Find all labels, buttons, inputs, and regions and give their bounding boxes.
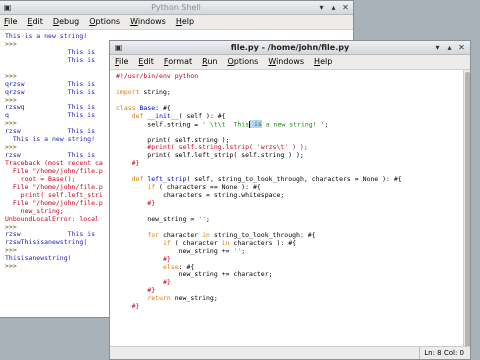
close-icon[interactable]: ✕ bbox=[457, 43, 466, 52]
code-token: Base bbox=[139, 103, 156, 112]
cursor-position: Ln: 8 Col: 0 bbox=[419, 347, 464, 359]
code-line: new_string = ''; bbox=[116, 214, 463, 224]
code-line: characters = string.whitespace; bbox=[116, 191, 463, 200]
editor-titlebar[interactable]: ▣ file.py - /home/john/file.py ▾ ▴ ✕ bbox=[110, 41, 470, 55]
code-token: def bbox=[131, 175, 144, 184]
shell-menu-windows[interactable]: Windows bbox=[125, 15, 171, 29]
code-token: ; bbox=[241, 246, 246, 255]
editor-menu-edit[interactable]: Edit bbox=[133, 55, 159, 69]
code-token: left_strip bbox=[147, 175, 187, 184]
code-token: ' \t\t This bbox=[202, 120, 250, 129]
editor-menu-run[interactable]: Run bbox=[197, 55, 222, 69]
code-token: : #{ bbox=[155, 103, 171, 112]
code-token: ( characters == None ): #{ bbox=[155, 183, 261, 192]
code-line: import string; bbox=[116, 87, 463, 97]
code-token: in bbox=[202, 230, 210, 239]
code-token: character bbox=[159, 230, 203, 239]
code-token: characters = string.whitespace; bbox=[116, 191, 285, 200]
shell-menu-edit[interactable]: Edit bbox=[22, 15, 48, 29]
code-token: ( self ): #{ bbox=[178, 111, 226, 120]
close-icon[interactable]: ✕ bbox=[341, 3, 350, 12]
shell-menubar: File Edit Debug Options Windows Help bbox=[0, 15, 353, 30]
code-token: if bbox=[147, 183, 156, 192]
code-token: return bbox=[147, 294, 171, 303]
code-token: def bbox=[131, 111, 144, 120]
code-token: for bbox=[147, 230, 160, 239]
code-token: #print( self.string.lstrip( 'wrzs\t' ) )… bbox=[116, 143, 308, 152]
code-line: #} bbox=[116, 302, 463, 311]
code-line: return new_string; bbox=[116, 294, 463, 303]
code-token: #!/usr/bin/env python bbox=[116, 72, 199, 80]
minimize-icon[interactable]: ▾ bbox=[433, 43, 442, 52]
code-token: new_string; bbox=[170, 294, 218, 303]
code-token: characters ): #{ bbox=[229, 238, 297, 247]
maximize-icon[interactable]: ▴ bbox=[445, 43, 454, 52]
code-token: #} bbox=[116, 302, 140, 311]
code-line: #} bbox=[116, 199, 463, 208]
editor-menubar: File Edit Format Run Options Windows Help bbox=[110, 55, 470, 70]
code-token: print( self.left_strip( self.string ) ); bbox=[116, 151, 304, 160]
scrollbar-thumb[interactable] bbox=[465, 72, 470, 348]
shell-menu-options[interactable]: Options bbox=[84, 15, 125, 29]
code-line: #!/usr/bin/env python bbox=[116, 72, 463, 81]
editor-menu-file[interactable]: File bbox=[110, 55, 133, 69]
code-line: print( self.left_strip( self.string ) ); bbox=[116, 151, 463, 160]
code-token: is bbox=[250, 120, 262, 129]
shell-menu-help[interactable]: Help bbox=[171, 15, 199, 29]
shell-titlebar[interactable]: ▣ Python Shell ▾ ▴ ✕ bbox=[0, 1, 353, 15]
editor-menu-windows[interactable]: Windows bbox=[263, 55, 309, 69]
code-token: a new string! ' bbox=[261, 120, 325, 129]
minimize-icon[interactable]: ▾ bbox=[317, 3, 326, 12]
code-token: ; bbox=[324, 120, 329, 129]
code-line: self.string = ' \t\t This is a new strin… bbox=[116, 120, 463, 129]
code-token: import bbox=[116, 87, 140, 96]
code-line: #} bbox=[116, 278, 463, 287]
code-token: #} bbox=[116, 159, 140, 168]
shell-menu-debug[interactable]: Debug bbox=[48, 15, 84, 29]
shell-menu-file[interactable]: File bbox=[0, 15, 22, 29]
status-bar: Ln: 8 Col: 0 bbox=[110, 346, 470, 359]
editor-menu-help[interactable]: Help bbox=[309, 55, 337, 69]
code-line: #} bbox=[116, 159, 463, 168]
code-token: print( self.string ); bbox=[116, 135, 230, 144]
code-token: : #{ bbox=[178, 262, 195, 271]
code-token: new_string += character; bbox=[116, 270, 273, 279]
code-token: self.string = bbox=[116, 120, 203, 129]
shell-title: Python Shell bbox=[151, 3, 201, 12]
editor-scrollbar[interactable] bbox=[463, 70, 470, 348]
code-editor[interactable]: #!/usr/bin/env python import string; class… bbox=[110, 72, 463, 311]
code-token: string; bbox=[139, 87, 171, 96]
editor-menu-options[interactable]: Options bbox=[222, 55, 263, 69]
code-token: string_to_look_through: #{ bbox=[209, 230, 316, 239]
code-token: class bbox=[116, 103, 136, 112]
editor-title: file.py - /home/john/file.py bbox=[230, 43, 350, 52]
editor-window[interactable]: ▣ file.py - /home/john/file.py ▾ ▴ ✕ Fil… bbox=[109, 40, 471, 360]
code-token: new_string += bbox=[116, 246, 234, 255]
code-token: #} bbox=[116, 254, 171, 263]
maximize-icon[interactable]: ▴ bbox=[329, 3, 338, 12]
code-token: new_string = bbox=[116, 214, 199, 223]
code-token: __init__ bbox=[147, 111, 179, 120]
code-token: #} bbox=[116, 278, 171, 287]
code-token: ( character bbox=[170, 238, 222, 247]
code-token: #} bbox=[116, 199, 156, 207]
code-token: ; bbox=[206, 214, 210, 223]
editor-menu-format[interactable]: Format bbox=[159, 55, 197, 69]
code-token: in bbox=[221, 238, 230, 247]
code-token: else bbox=[162, 262, 179, 271]
code-token: ( self, string_to_look_through, characte… bbox=[186, 175, 402, 184]
code-token: if bbox=[162, 238, 171, 247]
code-token: '' bbox=[198, 214, 207, 223]
code-token: #} bbox=[116, 286, 156, 295]
